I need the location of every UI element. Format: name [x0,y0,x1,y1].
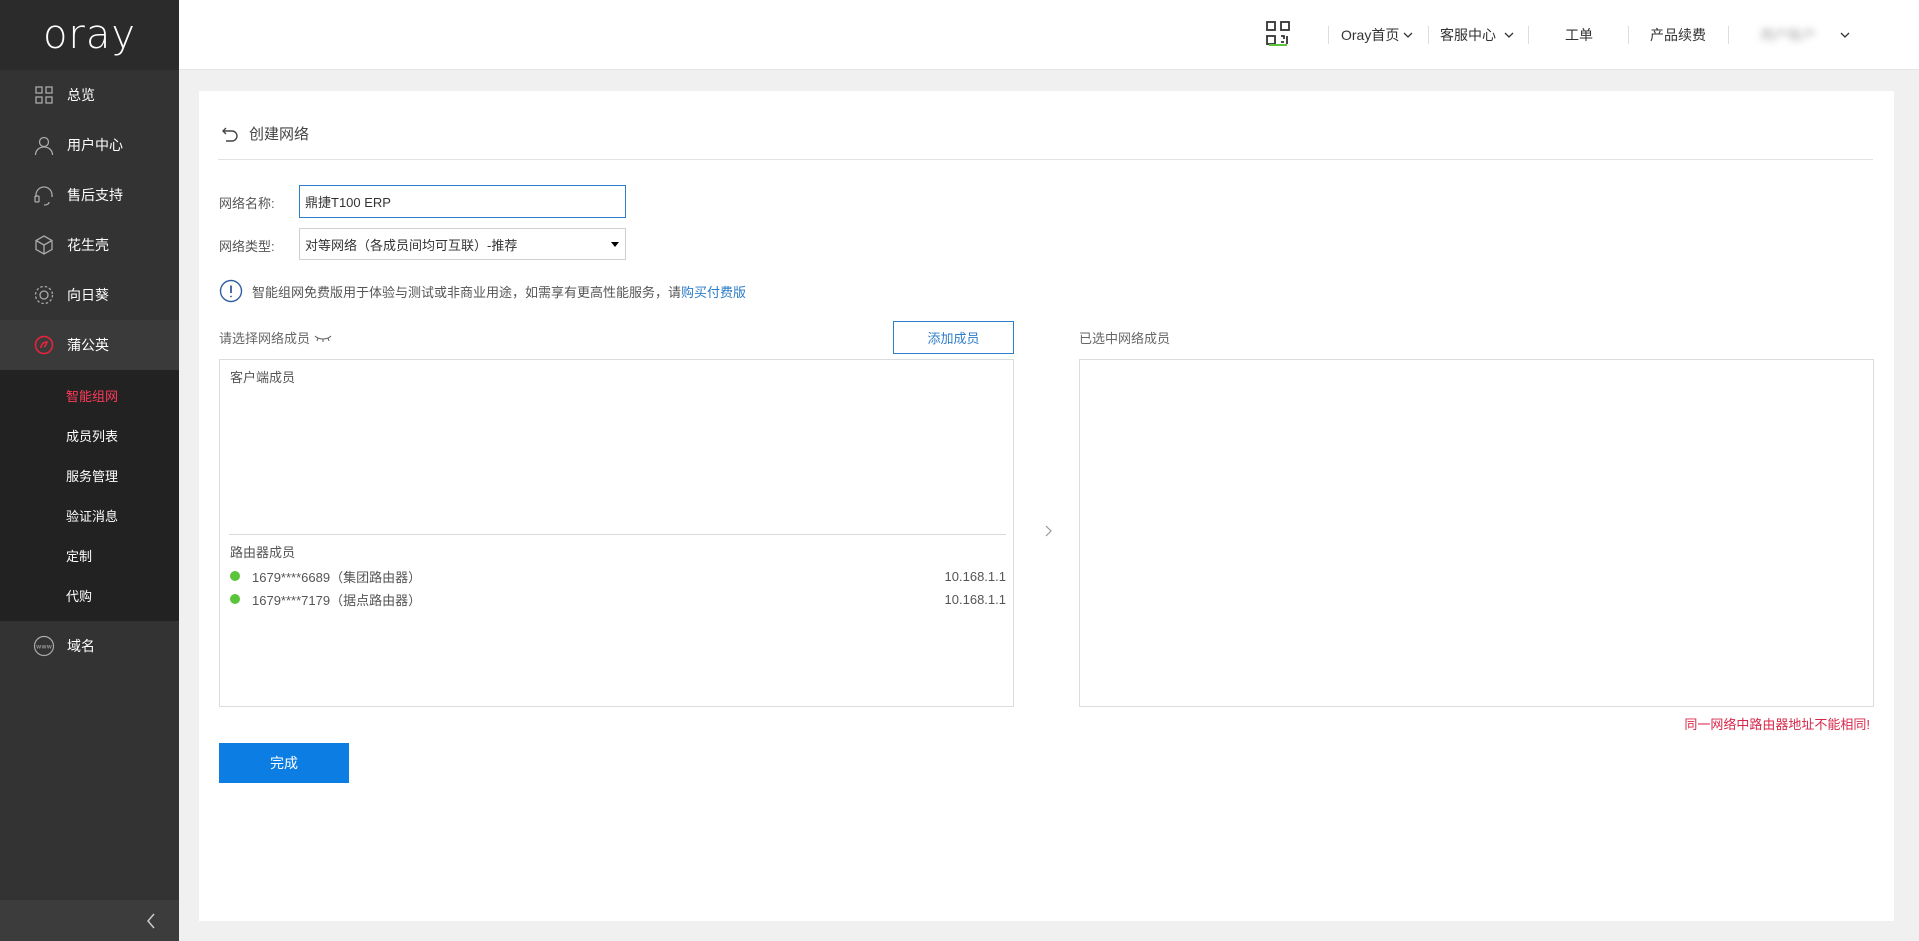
sidebar-item-label: 花生壳 [67,237,109,253]
sidebar-item-huashengke[interactable]: 花生壳 [0,220,179,270]
sidebar-item-label: 蒲公英 [67,337,109,353]
back-arrow-icon[interactable] [221,125,239,143]
free-version-notice: 智能组网免费版用于体验与测试或非商业用途，如需享有更高性能服务，请 购买付费版 [219,279,746,303]
sidebar-collapse-button[interactable] [0,900,179,941]
ticket-link[interactable]: 工单 [1565,24,1593,46]
router-name: 1679****6689（集团路由器） [252,569,422,585]
svg-text:www: www [36,643,53,651]
grid-icon [33,84,55,106]
page-title: 创建网络 [249,126,310,143]
router-name: 1679****7179（据点路由器） [252,592,422,608]
sidebar-item-support[interactable]: 售后支持 [0,170,179,220]
router-member-row[interactable]: 1679****6689（集团路由器） 10.168.1.1 [230,565,1006,587]
sidebar-item-label: 总览 [67,87,95,103]
sidebar-item-overview[interactable]: 总览 [0,70,179,120]
router-member-row[interactable]: 1679****7179（据点路由器） 10.168.1.1 [230,588,1006,610]
router-members-title: 路由器成员 [230,545,296,560]
online-status-dot [230,571,240,581]
subnav-item-smart-network[interactable]: 智能组网 [0,375,179,415]
oray-home-dropdown[interactable]: Oray首页 [1341,24,1413,46]
subnav-item-proxy-purchase[interactable]: 代购 [0,575,179,615]
create-network-panel: 创建网络 网络名称: 网络类型: 对等网络（各成员间均可互联）-推荐 智能组网免… [199,91,1894,921]
chevron-down-icon [1840,32,1850,38]
done-button[interactable]: 完成 [219,743,349,783]
network-type-value: 对等网络（各成员间均可互联）-推荐 [305,237,518,253]
selected-members-box [1079,359,1874,707]
product-renew-link[interactable]: 产品续费 [1650,24,1706,46]
headset-icon [33,184,55,206]
subnav-item-verification-messages[interactable]: 验证消息 [0,495,179,535]
eye-closed-icon[interactable] [314,333,332,343]
qrcode-icon [1266,21,1290,46]
title-divider [218,159,1873,160]
chevron-down-icon [1403,32,1413,38]
client-members-title: 客户端成员 [230,370,296,385]
qrcode-button[interactable] [1265,21,1291,46]
sidebar-item-xiangrikui[interactable]: 向日葵 [0,270,179,320]
oray-home-label: Oray首页 [1341,27,1400,43]
www-icon: www [33,635,55,657]
group-divider [229,534,1006,535]
sidebar-item-label: 向日葵 [67,287,109,303]
service-center-dropdown[interactable]: 客服中心 [1440,24,1514,46]
subnav-item-service-management[interactable]: 服务管理 [0,455,179,495]
info-icon [219,279,243,303]
network-name-input[interactable] [299,185,626,218]
sidebar-item-user-center[interactable]: 用户中心 [0,120,179,170]
sidebar-item-pugongying[interactable]: 蒲公英 [0,320,179,370]
chevron-down-icon [1504,32,1514,38]
oray-logo[interactable]: oray [0,0,179,70]
buy-paid-version-link[interactable]: 购买付费版 [681,282,746,301]
network-type-label: 网络类型: [219,239,275,254]
user-icon [33,134,55,156]
dandelion-icon [33,334,55,356]
network-type-select[interactable]: 对等网络（各成员间均可互联）-推荐 [299,228,626,260]
sidebar-item-label: 用户中心 [67,137,123,153]
sidebar-item-label: 售后支持 [67,187,123,203]
chevron-left-icon [147,913,155,928]
router-ip: 10.168.1.1 [944,591,1006,607]
account-name: 用户账户 [1760,27,1816,43]
select-members-text: 请选择网络成员 [219,331,311,346]
subnav-pugongying: 智能组网 成员列表 服务管理 验证消息 定制 代购 [0,370,179,621]
subnav-item-custom[interactable]: 定制 [0,535,179,575]
transfer-right-arrow-icon[interactable] [1041,524,1055,538]
caret-down-icon [611,242,619,247]
selected-members-label: 已选中网络成员 [1079,331,1171,346]
available-members-box: 客户端成员 路由器成员 1679****6689（集团路由器） 10.168.1… [219,359,1014,707]
breadcrumb: 创建网络 [221,123,309,144]
sidebar: oray 总览 用户中心 售后支持 花生壳 向日葵 蒲公英 智能组网 成员列表 … [0,0,179,941]
subnav-item-member-list[interactable]: 成员列表 [0,415,179,455]
sidebar-item-label: 域名 [67,638,95,654]
shell-icon [33,234,55,256]
sidebar-item-domain[interactable]: www 域名 [0,621,179,671]
online-status-dot [230,594,240,604]
router-ip: 10.168.1.1 [944,568,1006,584]
top-header: Oray首页 客服中心 工单 产品续费 用户账户 [179,0,1919,70]
network-name-label: 网络名称: [219,196,275,211]
add-member-button[interactable]: 添加成员 [893,321,1014,354]
select-members-label: 请选择网络成员 [219,328,332,347]
notice-text: 智能组网免费版用于体验与测试或非商业用途，如需享有更高性能服务，请 [252,284,682,300]
error-message: 同一网络中路由器地址不能相同! [1684,717,1870,732]
service-center-label: 客服中心 [1440,27,1496,43]
sunflower-icon [33,284,55,306]
account-dropdown[interactable]: 用户账户 [1760,24,1850,46]
